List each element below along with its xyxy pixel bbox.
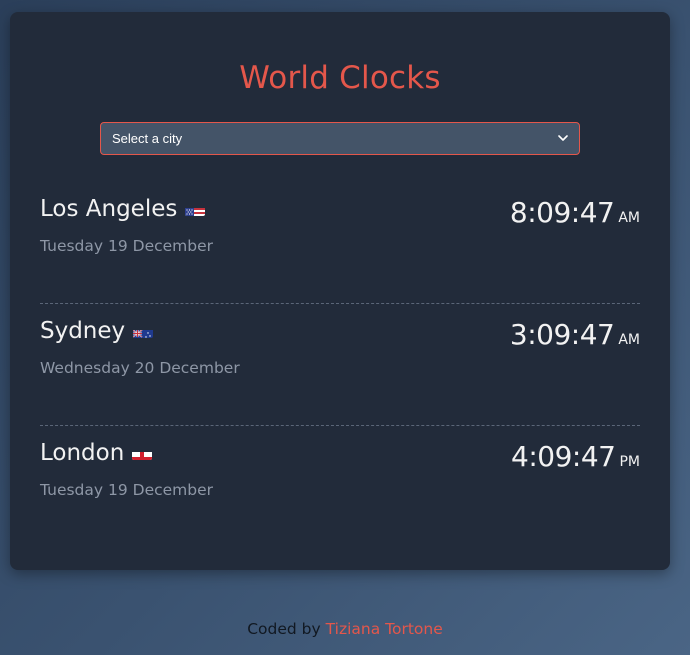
clock-date: Tuesday 19 December xyxy=(40,237,214,255)
clock-list: Los Angeles Tuesday 19 December 8:09:47 … xyxy=(40,182,640,548)
time-digits: 8:09:47 xyxy=(509,196,615,229)
time-period: AM xyxy=(618,332,640,348)
city-name: Sydney xyxy=(40,318,154,344)
author-link[interactable]: Tiziana Tortone xyxy=(326,620,443,638)
city-label: Los Angeles xyxy=(40,196,178,222)
flag-au-icon xyxy=(133,324,154,338)
page-title: World Clocks xyxy=(239,60,441,96)
clock-card: World Clocks Select a city Los Angeles T… xyxy=(10,12,670,570)
city-select-value: Select a city xyxy=(112,131,183,146)
flag-england-icon xyxy=(132,446,153,460)
clock-row-los-angeles: Los Angeles Tuesday 19 December 8:09:47 … xyxy=(40,182,640,304)
clock-row-london: London Tuesday 19 December 4:09:47 PM xyxy=(40,426,640,548)
clock-time: 4:09:47 PM xyxy=(511,440,640,473)
clock-time: 8:09:47 AM xyxy=(510,196,640,229)
time-digits: 4:09:47 xyxy=(511,440,616,473)
clock-date: Tuesday 19 December xyxy=(40,481,214,499)
city-label: Sydney xyxy=(40,318,126,344)
city-label: London xyxy=(40,440,125,466)
time-digits: 3:09:47 xyxy=(509,318,615,351)
clock-time: 3:09:47 AM xyxy=(510,318,640,351)
time-period: AM xyxy=(618,210,640,226)
flag-us-icon xyxy=(185,202,206,216)
chevron-down-icon xyxy=(557,133,569,145)
clock-row-sydney: Sydney Wednesday 20 December 3:09:47 AM xyxy=(40,304,640,426)
city-name: Los Angeles xyxy=(40,196,206,222)
city-select[interactable]: Select a city xyxy=(100,122,580,155)
footer: Coded by Tiziana Tortone xyxy=(0,620,690,638)
time-period: PM xyxy=(619,454,640,470)
city-name: London xyxy=(40,440,153,466)
footer-prefix: Coded by xyxy=(247,620,321,638)
clock-date: Wednesday 20 December xyxy=(40,359,240,377)
